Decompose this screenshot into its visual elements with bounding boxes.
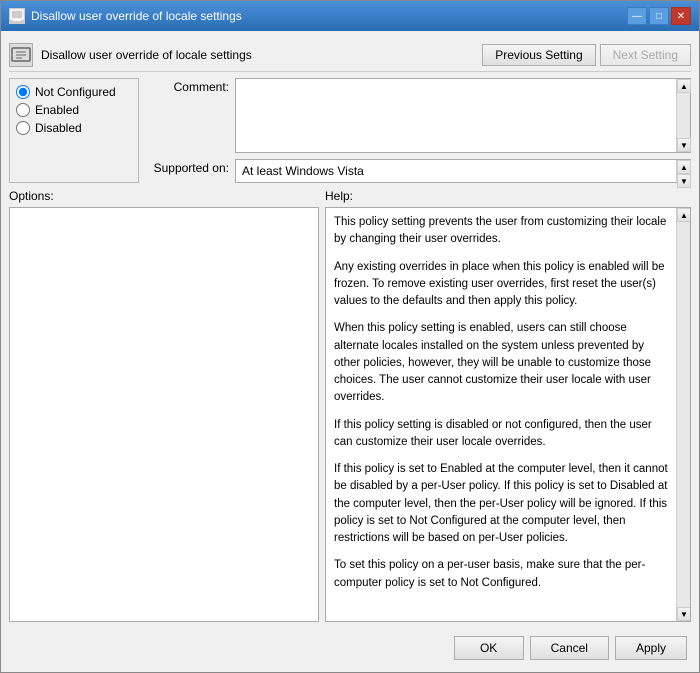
- ok-button[interactable]: OK: [454, 636, 524, 660]
- window-icon: [9, 8, 25, 24]
- settings-section: Not Configured Enabled Disabled Comment:: [9, 78, 691, 183]
- supported-scroll-down[interactable]: ▼: [677, 174, 691, 188]
- scroll-down-button[interactable]: ▼: [677, 138, 691, 152]
- scroll-up-button[interactable]: ▲: [677, 79, 691, 93]
- options-help-section: Options: Help: This policy setting preve…: [9, 189, 691, 622]
- help-scroll-down[interactable]: ▼: [677, 607, 691, 621]
- supported-value: At least Windows Vista: [236, 160, 690, 182]
- dialog-title: Disallow user override of locale setting…: [41, 48, 252, 62]
- header-row: Disallow user override of locale setting…: [9, 39, 691, 72]
- next-setting-button[interactable]: Next Setting: [600, 44, 691, 66]
- title-bar: Disallow user override of locale setting…: [1, 1, 699, 31]
- header-title-area: Disallow user override of locale setting…: [9, 43, 252, 67]
- header-icon: [9, 43, 33, 67]
- radio-disabled[interactable]: Disabled: [16, 121, 132, 135]
- apply-button[interactable]: Apply: [615, 636, 687, 660]
- minimize-button[interactable]: —: [627, 7, 647, 25]
- help-scrollbar: ▲ ▼: [676, 208, 690, 621]
- title-bar-left: Disallow user override of locale setting…: [9, 8, 242, 24]
- radio-enabled[interactable]: Enabled: [16, 103, 132, 117]
- radio-enabled-input[interactable]: [16, 103, 30, 117]
- window-title: Disallow user override of locale setting…: [31, 9, 242, 23]
- supported-row: Supported on: At least Windows Vista ▲ ▼: [149, 159, 691, 183]
- comment-textarea[interactable]: [236, 79, 676, 149]
- header-navigation-buttons: Previous Setting Next Setting: [482, 44, 691, 66]
- radio-not-configured[interactable]: Not Configured: [16, 85, 132, 99]
- radio-disabled-input[interactable]: [16, 121, 30, 135]
- comment-row: Comment: ▲ ▼: [149, 78, 691, 153]
- comment-scrollbar: ▲ ▼: [676, 79, 690, 152]
- help-label: Help:: [325, 189, 691, 203]
- content-area: Disallow user override of locale setting…: [1, 31, 699, 672]
- scroll-track: [677, 93, 690, 138]
- comment-label: Comment:: [149, 78, 229, 94]
- radio-not-configured-input[interactable]: [16, 85, 30, 99]
- help-scroll-track: [677, 222, 690, 607]
- options-box: [9, 207, 319, 622]
- comment-wrapper: ▲ ▼: [235, 78, 691, 153]
- help-panel: Help: This policy setting prevents the u…: [325, 189, 691, 622]
- radio-not-configured-label[interactable]: Not Configured: [35, 85, 116, 99]
- previous-setting-button[interactable]: Previous Setting: [482, 44, 595, 66]
- options-panel: Options:: [9, 189, 319, 622]
- supported-label: Supported on:: [149, 159, 229, 175]
- supported-scrollbar: ▲ ▼: [676, 160, 690, 182]
- help-box: This policy setting prevents the user fr…: [325, 207, 691, 622]
- radio-group: Not Configured Enabled Disabled: [9, 78, 139, 183]
- cancel-button[interactable]: Cancel: [530, 636, 609, 660]
- close-button[interactable]: ✕: [671, 7, 691, 25]
- radio-disabled-label[interactable]: Disabled: [35, 121, 82, 135]
- form-fields: Comment: ▲ ▼ Supported on: At least: [149, 78, 691, 183]
- title-bar-controls: — □ ✕: [627, 7, 691, 25]
- maximize-button[interactable]: □: [649, 7, 669, 25]
- options-label: Options:: [9, 189, 319, 203]
- help-scroll-up[interactable]: ▲: [677, 208, 691, 222]
- main-window: Disallow user override of locale setting…: [0, 0, 700, 673]
- radio-enabled-label[interactable]: Enabled: [35, 103, 79, 117]
- supported-select-wrapper: At least Windows Vista ▲ ▼: [235, 159, 691, 183]
- help-text-content: This policy setting prevents the user fr…: [326, 208, 676, 621]
- supported-scroll-up[interactable]: ▲: [677, 160, 691, 174]
- footer-row: OK Cancel Apply: [9, 628, 691, 664]
